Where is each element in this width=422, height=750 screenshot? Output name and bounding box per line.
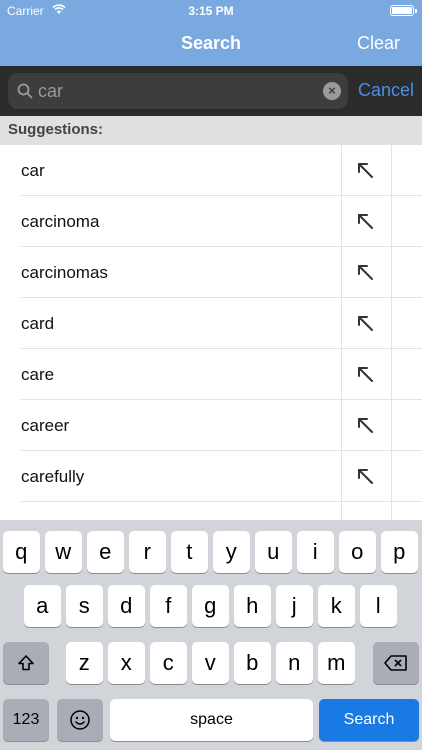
divider bbox=[391, 145, 392, 196]
key-u[interactable]: u bbox=[255, 531, 292, 573]
arrow-up-left-icon[interactable] bbox=[355, 466, 375, 486]
list-item-label: carcinomas bbox=[21, 263, 108, 282]
list-item-label: carefully bbox=[21, 467, 85, 486]
key-v[interactable]: v bbox=[192, 642, 229, 684]
key-e[interactable]: e bbox=[87, 531, 124, 573]
key-f[interactable]: f bbox=[150, 585, 187, 627]
arrow-up-left-icon[interactable] bbox=[355, 364, 375, 384]
key-z[interactable]: z bbox=[66, 642, 103, 684]
key-j[interactable]: j bbox=[276, 585, 313, 627]
divider bbox=[341, 298, 342, 349]
divider bbox=[391, 451, 392, 502]
key-g[interactable]: g bbox=[192, 585, 229, 627]
clear-text-icon[interactable]: × bbox=[323, 82, 341, 100]
keyboard: q w e r t y u i o p a s d f g h j k l z x c v b n m 123 space Search bbox=[0, 520, 422, 750]
numbers-key[interactable]: 123 bbox=[3, 699, 49, 741]
shift-icon bbox=[18, 655, 34, 671]
list-item[interactable]: carefully bbox=[0, 451, 422, 502]
suggestions-title: Suggestions: bbox=[8, 121, 104, 138]
key-d[interactable]: d bbox=[108, 585, 145, 627]
arrow-up-left-icon[interactable] bbox=[355, 262, 375, 282]
key-y[interactable]: y bbox=[213, 531, 250, 573]
backspace-key[interactable] bbox=[373, 642, 419, 684]
key-o[interactable]: o bbox=[339, 531, 376, 573]
divider bbox=[341, 145, 342, 196]
list-item[interactable]: carcinoma bbox=[0, 196, 422, 247]
list-item-label: career bbox=[21, 416, 70, 435]
arrow-up-left-icon[interactable] bbox=[355, 211, 375, 231]
divider bbox=[341, 400, 342, 451]
key-b[interactable]: b bbox=[234, 642, 271, 684]
search-bar: × Cancel bbox=[0, 66, 422, 116]
key-i[interactable]: i bbox=[297, 531, 334, 573]
search-field[interactable]: × bbox=[8, 73, 348, 109]
divider bbox=[341, 502, 342, 520]
emoji-key[interactable] bbox=[57, 699, 103, 741]
list-item-label: care bbox=[21, 365, 55, 384]
divider bbox=[341, 196, 342, 247]
space-key[interactable]: space bbox=[110, 699, 313, 741]
search-key[interactable]: Search bbox=[319, 699, 419, 741]
key-t[interactable]: t bbox=[171, 531, 208, 573]
list-item[interactable]: career bbox=[0, 400, 422, 451]
list-item-label: carcinoma bbox=[21, 212, 100, 231]
cancel-button[interactable]: Cancel bbox=[358, 80, 414, 101]
search-icon bbox=[17, 83, 33, 99]
key-l[interactable]: l bbox=[360, 585, 397, 627]
key-a[interactable]: a bbox=[24, 585, 61, 627]
key-k[interactable]: k bbox=[318, 585, 355, 627]
key-r[interactable]: r bbox=[129, 531, 166, 573]
status-time: 3:15 PM bbox=[188, 4, 234, 18]
key-p[interactable]: p bbox=[381, 531, 418, 573]
list-item[interactable] bbox=[0, 502, 422, 520]
divider bbox=[391, 247, 392, 298]
divider bbox=[341, 247, 342, 298]
list-item[interactable]: card bbox=[0, 298, 422, 349]
key-x[interactable]: x bbox=[108, 642, 145, 684]
divider bbox=[341, 451, 342, 502]
key-m[interactable]: m bbox=[318, 642, 355, 684]
key-c[interactable]: c bbox=[150, 642, 187, 684]
search-input[interactable] bbox=[38, 81, 308, 102]
list-item-label: car bbox=[21, 161, 45, 180]
emoji-icon bbox=[70, 710, 90, 730]
suggestion-list: car carcinoma carcinomas card care career care… bbox=[0, 145, 422, 520]
list-item-label: card bbox=[21, 314, 55, 333]
key-s[interactable]: s bbox=[66, 585, 103, 627]
divider bbox=[391, 349, 392, 400]
battery-icon bbox=[390, 5, 417, 16]
key-q[interactable]: q bbox=[3, 531, 40, 573]
divider bbox=[391, 298, 392, 349]
status-bar: Carrier 3:15 PM bbox=[0, 0, 422, 22]
divider bbox=[391, 196, 392, 247]
shift-key[interactable] bbox=[3, 642, 49, 684]
arrow-up-left-icon[interactable] bbox=[355, 313, 375, 333]
top-bar: Carrier 3:15 PM Search Clear bbox=[0, 0, 422, 66]
key-w[interactable]: w bbox=[45, 531, 82, 573]
arrow-up-left-icon[interactable] bbox=[355, 160, 375, 180]
divider bbox=[341, 349, 342, 400]
list-item[interactable]: care bbox=[0, 349, 422, 400]
list-item[interactable]: car bbox=[0, 145, 422, 196]
divider bbox=[391, 400, 392, 451]
arrow-up-left-icon[interactable] bbox=[355, 415, 375, 435]
suggestions-header: Suggestions: bbox=[0, 116, 422, 145]
key-h[interactable]: h bbox=[234, 585, 271, 627]
divider bbox=[391, 502, 392, 520]
list-item[interactable]: carcinomas bbox=[0, 247, 422, 298]
clear-button[interactable]: Clear bbox=[357, 33, 400, 54]
key-n[interactable]: n bbox=[276, 642, 313, 684]
backspace-icon bbox=[384, 655, 407, 671]
